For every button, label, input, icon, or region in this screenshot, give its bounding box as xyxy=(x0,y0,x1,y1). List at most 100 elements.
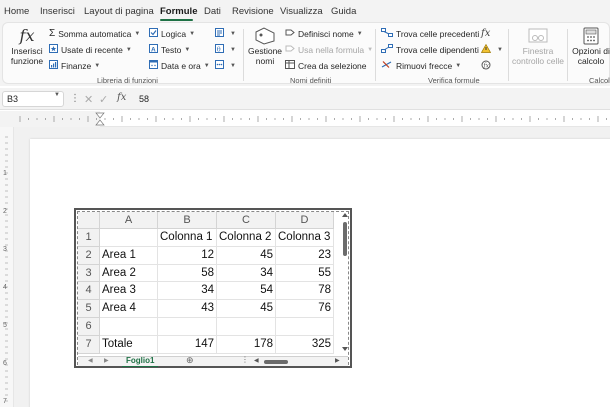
vertical-scrollbar[interactable] xyxy=(341,212,349,352)
scroll-right-icon[interactable]: ▶ xyxy=(335,357,340,364)
text-button[interactable]: A Testo ▼ xyxy=(149,44,190,55)
enter-check-icon[interactable]: ✓ xyxy=(99,93,108,106)
name-manager-button[interactable]: Gestione nomi xyxy=(247,27,283,66)
column-header-c[interactable]: C xyxy=(217,212,276,229)
cell-d3[interactable]: 55 xyxy=(276,264,334,283)
cancel-icon[interactable]: ✕ xyxy=(84,93,93,106)
error-checking-button[interactable]: ▼ xyxy=(480,43,503,55)
group-separator xyxy=(375,29,376,81)
formula-input[interactable]: 58 xyxy=(139,94,149,104)
scroll-left-icon[interactable]: ◀ xyxy=(254,357,259,364)
tab-help[interactable]: Guida xyxy=(331,6,356,17)
cell-d5[interactable]: 76 xyxy=(276,300,334,318)
ribbon-tabs: Home Inserisci Layout di pagina Formule … xyxy=(0,0,610,22)
cell-d1[interactable]: Colonna 3 xyxy=(276,229,334,247)
trace-precedents-button[interactable]: Trova celle precedenti xyxy=(381,28,479,39)
datetime-button[interactable]: Data e ora ▼ xyxy=(149,60,210,71)
chevron-down-icon[interactable]: ▼ xyxy=(54,92,60,98)
autosum-label: Somma automatica xyxy=(58,28,132,39)
cell-d6[interactable] xyxy=(276,318,334,336)
horizontal-scroll-thumb[interactable] xyxy=(264,360,288,364)
column-header-b[interactable]: B xyxy=(158,212,217,229)
cell-a1[interactable] xyxy=(100,229,158,247)
define-name-button[interactable]: Definisci nome ▼ xyxy=(285,28,363,39)
cell-a5[interactable]: Area 4 xyxy=(100,300,158,318)
show-formulas-button[interactable]: fx xyxy=(481,28,493,39)
column-header-d[interactable]: D xyxy=(276,212,334,229)
autosum-button[interactable]: Σ Somma automatica ▼ xyxy=(49,28,140,39)
tab-data[interactable]: Dati xyxy=(204,6,221,17)
tab-formulas[interactable]: Formule xyxy=(160,6,197,17)
cell-c4[interactable]: 54 xyxy=(217,282,276,301)
prev-sheet-icon[interactable]: ◀ xyxy=(88,357,93,364)
tab-view[interactable]: Visualizza xyxy=(280,6,323,17)
next-sheet-icon[interactable]: ▶ xyxy=(104,357,109,364)
trace-dependents-label: Trova celle dipendenti xyxy=(396,44,479,55)
tab-review[interactable]: Revisione xyxy=(232,6,274,17)
cell-c7[interactable]: 178 xyxy=(217,335,276,354)
row-header-7[interactable]: 7 xyxy=(78,335,100,354)
svg-text:θ: θ xyxy=(217,45,221,53)
cell-a4[interactable]: Area 3 xyxy=(100,282,158,301)
cell-c6[interactable] xyxy=(217,318,276,336)
more-options-icon[interactable]: ⋮ xyxy=(70,93,80,104)
cell-c2[interactable]: 45 xyxy=(217,246,276,265)
cell-a3[interactable]: Area 2 xyxy=(100,264,158,283)
cell-a7[interactable]: Totale xyxy=(100,335,158,354)
star-book-icon xyxy=(49,44,58,55)
cell-d7[interactable]: 325 xyxy=(276,335,334,354)
more-functions-button[interactable]: ▼ xyxy=(215,60,236,71)
row-header-3[interactable]: 3 xyxy=(78,264,100,283)
calc-options-button[interactable]: Opzioni di calcolo xyxy=(571,27,610,66)
cell-d2[interactable]: 23 xyxy=(276,246,334,265)
column-header-a[interactable]: A xyxy=(100,212,158,229)
cell-b7[interactable]: 147 xyxy=(158,335,217,354)
row-header-1[interactable]: 1 xyxy=(78,229,100,247)
vertical-ruler: 1 2 3 4 5 6 7 xyxy=(0,127,14,407)
create-from-selection-button[interactable]: Crea da selezione xyxy=(285,60,367,71)
group-separator xyxy=(567,29,568,81)
chevron-down-icon: ▼ xyxy=(203,62,210,69)
sheet-tab-foglio1[interactable]: Foglio1 xyxy=(122,356,158,365)
cell-c5[interactable]: 45 xyxy=(217,300,276,318)
cell-a2[interactable]: Area 1 xyxy=(100,246,158,265)
cell-b4[interactable]: 34 xyxy=(158,282,217,301)
cell-b1[interactable]: Colonna 1 xyxy=(158,229,217,247)
logical-button[interactable]: Logica ▼ xyxy=(149,28,195,39)
tab-home[interactable]: Home xyxy=(4,6,29,17)
remove-arrows-button[interactable]: Rimuovi frecce ▼ xyxy=(381,60,461,71)
more-icon[interactable]: ⋮ xyxy=(241,355,249,364)
lookup-button[interactable]: ▼ xyxy=(215,28,236,39)
active-sheet-indicator xyxy=(122,366,158,367)
svg-text:7: 7 xyxy=(3,398,7,405)
watch-window-button[interactable]: Finestra controllo celle xyxy=(511,27,565,66)
recent-button[interactable]: Usate di recente ▼ xyxy=(49,44,132,55)
math-button[interactable]: θ ▼ xyxy=(215,44,236,55)
select-all-corner[interactable] xyxy=(78,212,100,229)
cell-b2[interactable]: 12 xyxy=(158,246,217,265)
tab-page-layout[interactable]: Layout di pagina xyxy=(84,6,154,17)
cell-a6[interactable] xyxy=(100,318,158,336)
row-header-6[interactable]: 6 xyxy=(78,318,100,336)
tab-insert[interactable]: Inserisci xyxy=(40,6,75,17)
cell-b6[interactable] xyxy=(158,318,217,336)
cell-d4[interactable]: 78 xyxy=(276,282,334,301)
trace-dependents-button[interactable]: Trova celle dipendenti xyxy=(381,44,479,55)
show-formulas-icon: fx xyxy=(481,28,491,39)
add-sheet-icon[interactable]: ⊕ xyxy=(186,355,194,366)
insert-function-button[interactable]: fx Inserisci funzione xyxy=(9,27,45,67)
insert-function-icon[interactable]: fx xyxy=(117,92,126,103)
finance-button[interactable]: Finanze ▼ xyxy=(49,60,100,71)
svg-text:6: 6 xyxy=(3,360,7,367)
embedded-spreadsheet[interactable]: A B C D 1 Colonna 1 Colonna 2 Colonna 3 2 Area 11… xyxy=(74,208,352,368)
row-header-2[interactable]: 2 xyxy=(78,246,100,265)
row-header-4[interactable]: 4 xyxy=(78,282,100,301)
use-in-formula-button[interactable]: Usa nella formula ▼ xyxy=(285,44,373,55)
row-header-5[interactable]: 5 xyxy=(78,300,100,318)
evaluate-formula-button[interactable]: fx xyxy=(481,60,494,72)
cell-c1[interactable]: Colonna 2 xyxy=(217,229,276,247)
cell-b5[interactable]: 43 xyxy=(158,300,217,318)
cell-c3[interactable]: 34 xyxy=(217,264,276,283)
cell-b3[interactable]: 58 xyxy=(158,264,217,283)
sheet-grid[interactable]: A B C D 1 Colonna 1 Colonna 2 Colonna 3 2 Area 11… xyxy=(78,212,348,356)
